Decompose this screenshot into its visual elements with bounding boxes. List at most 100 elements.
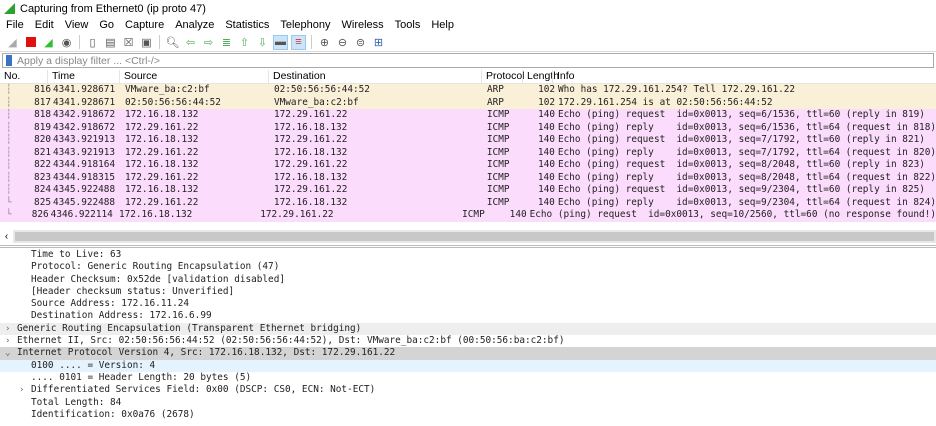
detail-tree-item[interactable]: › Generic Routing Encapsulation (Transpar…	[0, 322, 936, 336]
packet-row[interactable]: ┆ 816 4341.928671 VMware_ba:c2:bf 02:50:56:5…	[0, 84, 936, 97]
packet-row[interactable]: ┆ 822 4344.918164 172.16.18.132 172.29.161.2…	[0, 159, 936, 172]
reload-file-icon[interactable]: ▣	[139, 35, 154, 50]
scroll-left-icon[interactable]: ‹	[0, 230, 13, 243]
packet-number: 821	[34, 146, 51, 158]
packet-number: 824	[34, 184, 51, 195]
menu-help[interactable]: Help	[431, 19, 454, 31]
packet-destination: 02:50:56:56:44:52	[274, 84, 370, 95]
chevron-right-icon[interactable]: ›	[5, 323, 10, 335]
packet-source: 172.29.161.22	[124, 146, 199, 158]
chevron-right-icon[interactable]: ›	[19, 384, 24, 396]
packet-row[interactable]: ┆ 824 4345.922488 172.16.18.132 172.29.161.2…	[0, 184, 936, 197]
colorize-icon[interactable]: ≡	[291, 34, 306, 50]
go-back-icon[interactable]: ⇦	[183, 35, 198, 50]
packet-info: Echo (ping) reply id=0x0013, seq=6/1536,…	[557, 121, 936, 133]
detail-tree-item[interactable]: [Header checksum status: Unverified]	[0, 286, 936, 298]
packet-length: 102	[538, 96, 555, 108]
close-file-icon[interactable]: ☒	[121, 35, 136, 50]
menu-statistics[interactable]: Statistics	[225, 19, 269, 31]
packet-time: 4344.918164	[53, 159, 116, 170]
find-packet-icon[interactable]: 🔍︎	[165, 35, 180, 50]
go-forward-icon[interactable]: ⇨	[201, 35, 216, 50]
packet-info: Who has 172.29.161.254? Tell 172.29.161.…	[558, 84, 796, 95]
column-time[interactable]: Time	[47, 70, 119, 83]
detail-tree-item[interactable]: › Differentiated Services Field: 0x00 (DS…	[0, 384, 936, 396]
menu-tools[interactable]: Tools	[395, 19, 421, 31]
packet-row[interactable]: ┆ 820 4343.921913 172.16.18.132 172.29.161.2…	[0, 134, 936, 147]
first-packet-icon[interactable]: ⇧	[237, 35, 252, 50]
menu-telephony[interactable]: Telephony	[280, 19, 330, 31]
detail-tree-item[interactable]: Header Checksum: 0x52de [validation disa…	[0, 274, 936, 286]
packet-row[interactable]: ┆ 821 4343.921913 172.29.161.22 172.16.18.13…	[0, 146, 936, 159]
packet-number: 817	[34, 96, 51, 108]
column-length[interactable]: Length	[522, 70, 559, 83]
packet-source: 172.16.18.132	[125, 134, 199, 145]
capture-options-icon[interactable]: ◉	[59, 35, 74, 50]
menu-edit[interactable]: Edit	[35, 19, 54, 31]
zoom-out-icon[interactable]: ⊖	[335, 35, 350, 50]
menu-file[interactable]: File	[6, 19, 24, 31]
detail-tree-item[interactable]: Destination Address: 172.16.6.99	[0, 310, 936, 322]
go-to-packet-icon[interactable]: ≣	[219, 35, 234, 50]
packet-info: Echo (ping) reply id=0x0013, seq=9/2304,…	[557, 196, 936, 208]
main-toolbar: ◢ ◢ ◉ ▯ ▤ ☒ ▣ 🔍︎ ⇦ ⇨ ≣ ⇧ ⇩ ▬ ≡ ⊕ ⊖ ⊜ ⊞	[0, 33, 936, 52]
normal-size-icon[interactable]: ⊜	[353, 35, 368, 50]
packet-time: 4342.918672	[52, 121, 116, 133]
packet-protocol: ICMP	[486, 196, 510, 208]
packet-protocol: ICMP	[486, 146, 510, 158]
open-file-icon[interactable]: ▯	[85, 35, 100, 50]
chevron-right-icon[interactable]: ›	[5, 335, 10, 347]
menu-go[interactable]: Go	[99, 19, 114, 31]
detail-tree-item[interactable]: .... 0101 = Header Length: 20 bytes (5)	[0, 372, 936, 384]
scrollbar-thumb[interactable]	[15, 232, 934, 241]
menu-analyze[interactable]: Analyze	[175, 19, 214, 31]
save-file-icon[interactable]: ▤	[103, 35, 118, 50]
zoom-in-icon[interactable]: ⊕	[317, 35, 332, 50]
detail-tree-item[interactable]: Source Address: 172.16.11.24	[0, 298, 936, 310]
column-protocol[interactable]: Protocol	[481, 70, 525, 83]
detail-tree-item[interactable]: Total Length: 84	[0, 397, 936, 409]
column-no[interactable]: No.	[0, 70, 47, 83]
display-filter-input[interactable]: Apply a display filter ... <Ctrl-/>	[2, 53, 934, 68]
packet-row[interactable]: ┆ 819 4342.918672 172.29.161.22 172.16.18.13…	[0, 121, 936, 134]
column-source[interactable]: Source	[119, 70, 268, 83]
detail-text: Time to Live: 63	[31, 249, 122, 260]
resize-columns-icon[interactable]: ⊞	[371, 35, 386, 50]
packet-row[interactable]: ┆ 823 4344.918315 172.29.161.22 172.16.18.13…	[0, 171, 936, 184]
packet-row[interactable]: └ 826 4346.922114 172.16.18.132 172.29.161.2…	[0, 209, 936, 222]
packet-destination: 172.29.161.22	[274, 134, 348, 145]
packet-source: 172.16.18.132	[125, 159, 199, 170]
start-capture-icon[interactable]: ◢	[5, 35, 20, 50]
menu-capture[interactable]: Capture	[125, 19, 164, 31]
horizontal-scrollbar[interactable]: ‹	[0, 230, 936, 243]
packet-row[interactable]: └ 825 4345.922488 172.29.161.22 172.16.18.13…	[0, 196, 936, 209]
column-info[interactable]: Info	[552, 70, 936, 83]
packet-source: 172.16.18.132	[125, 109, 199, 120]
restart-capture-icon[interactable]: ◢	[41, 35, 56, 50]
packet-source: 172.29.161.22	[124, 171, 199, 183]
detail-tree-item[interactable]: › Ethernet II, Src: 02:50:56:56:44:52 (02…	[0, 335, 936, 347]
packet-row[interactable]: ┆ 817 4341.928671 02:50:56:56:44:52 VMware_b…	[0, 96, 936, 109]
bookmark-icon[interactable]	[6, 55, 12, 66]
autoscroll-icon[interactable]: ▬	[273, 34, 288, 50]
filter-placeholder: Apply a display filter ... <Ctrl-/>	[17, 54, 160, 67]
packet-length: 140	[538, 184, 555, 195]
last-packet-icon[interactable]: ⇩	[255, 35, 270, 50]
chevron-down-icon[interactable]: ⌄	[5, 347, 10, 359]
detail-tree-item[interactable]: ⌄ Internet Protocol Version 4, Src: 172.1…	[0, 347, 936, 360]
menu-wireless[interactable]: Wireless	[342, 19, 384, 31]
window-title: Capturing from Ethernet0 (ip proto 47)	[20, 2, 206, 15]
packet-number: 826	[31, 209, 49, 220]
menu-view[interactable]: View	[65, 19, 89, 31]
detail-tree-item[interactable]: 0100 .... = Version: 4	[0, 359, 936, 372]
packet-source: 172.29.161.22	[124, 196, 199, 208]
column-destination[interactable]: Destination	[268, 70, 481, 83]
stop-capture-icon[interactable]	[23, 35, 38, 50]
packet-row[interactable]: ┆ 818 4342.918672 172.16.18.132 172.29.161.2…	[0, 109, 936, 122]
detail-text: .... 0101 = Header Length: 20 bytes (5)	[31, 371, 252, 383]
detail-tree-item[interactable]: Protocol: Generic Routing Encapsulation …	[0, 261, 936, 273]
packet-protocol: ARP	[487, 96, 504, 108]
detail-tree-item[interactable]: Identification: 0x0a76 (2678)	[0, 409, 936, 421]
detail-tree-item[interactable]: Time to Live: 63	[0, 249, 936, 261]
pane-splitter[interactable]	[0, 245, 936, 248]
